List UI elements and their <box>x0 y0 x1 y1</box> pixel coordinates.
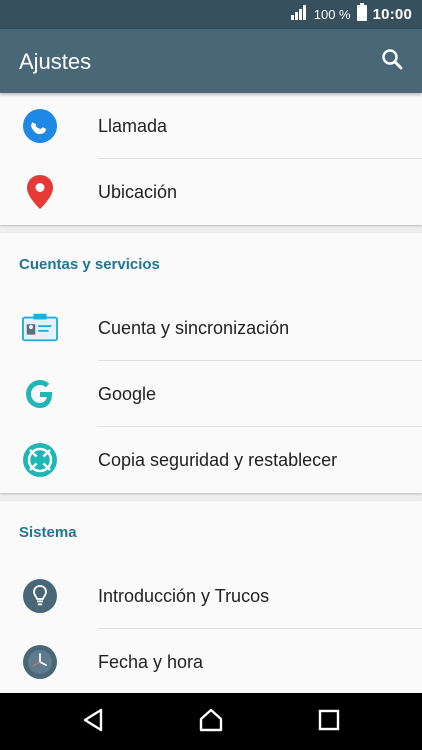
list-item-label: Copia seguridad y restablecer <box>98 449 338 470</box>
status-bar: 100 % 10:00 <box>0 0 422 29</box>
list-item-ubicacion[interactable]: Ubicación <box>0 159 422 225</box>
account-card-icon <box>22 310 58 346</box>
section-header-system: Sistema <box>19 523 77 541</box>
settings-list: Llamada Ubicación Cuentas y servicios Cu… <box>0 93 422 693</box>
lightbulb-icon <box>22 578 58 614</box>
list-item-label: Llamada <box>98 115 168 136</box>
clock-time: 10:00 <box>372 6 412 23</box>
list-item-label: Introducción y Trucos <box>98 585 270 606</box>
battery-icon <box>356 3 367 26</box>
search-icon <box>381 48 403 75</box>
settings-card-system: Sistema Introducción y Trucos Fecha y ho… <box>0 501 422 693</box>
section-header-accounts: Cuentas y servicios <box>19 255 160 273</box>
list-item-llamada[interactable]: Llamada <box>0 93 422 159</box>
phone-icon <box>22 108 58 144</box>
list-item-fecha-hora[interactable]: Fecha y hora <box>0 629 422 693</box>
list-item-label: Google <box>98 383 157 404</box>
settings-card-top: Llamada Ubicación <box>0 93 422 225</box>
list-item-label: Cuenta y sincronización <box>98 317 290 338</box>
backup-restore-icon <box>22 442 58 478</box>
list-item-label: Ubicación <box>98 181 178 202</box>
location-pin-icon <box>22 174 58 210</box>
list-item-label: Fecha y hora <box>98 651 204 672</box>
back-icon <box>82 708 104 737</box>
list-item-google[interactable]: Google <box>0 361 422 427</box>
search-button[interactable] <box>378 47 406 75</box>
list-item-introduccion-trucos[interactable]: Introducción y Trucos <box>0 563 422 629</box>
navigation-bar <box>0 693 422 750</box>
battery-percent: 100 % <box>313 7 351 22</box>
list-item-cuenta-sincronizacion[interactable]: Cuenta y sincronización <box>0 295 422 361</box>
google-icon <box>22 376 58 412</box>
page-title: Ajustes <box>19 49 92 74</box>
status-indicators: 100 % 10:00 <box>290 0 412 29</box>
home-icon <box>198 708 224 737</box>
signal-icon <box>290 4 308 25</box>
home-button[interactable] <box>194 705 228 739</box>
list-item-copia-seguridad[interactable]: Copia seguridad y restablecer <box>0 427 422 493</box>
settings-card-accounts: Cuentas y servicios Cuenta y sincronizac… <box>0 233 422 493</box>
clock-icon <box>22 644 58 680</box>
recents-button[interactable] <box>312 705 346 739</box>
recents-icon <box>318 709 340 736</box>
app-bar: Ajustes <box>0 29 422 93</box>
back-button[interactable] <box>76 705 110 739</box>
